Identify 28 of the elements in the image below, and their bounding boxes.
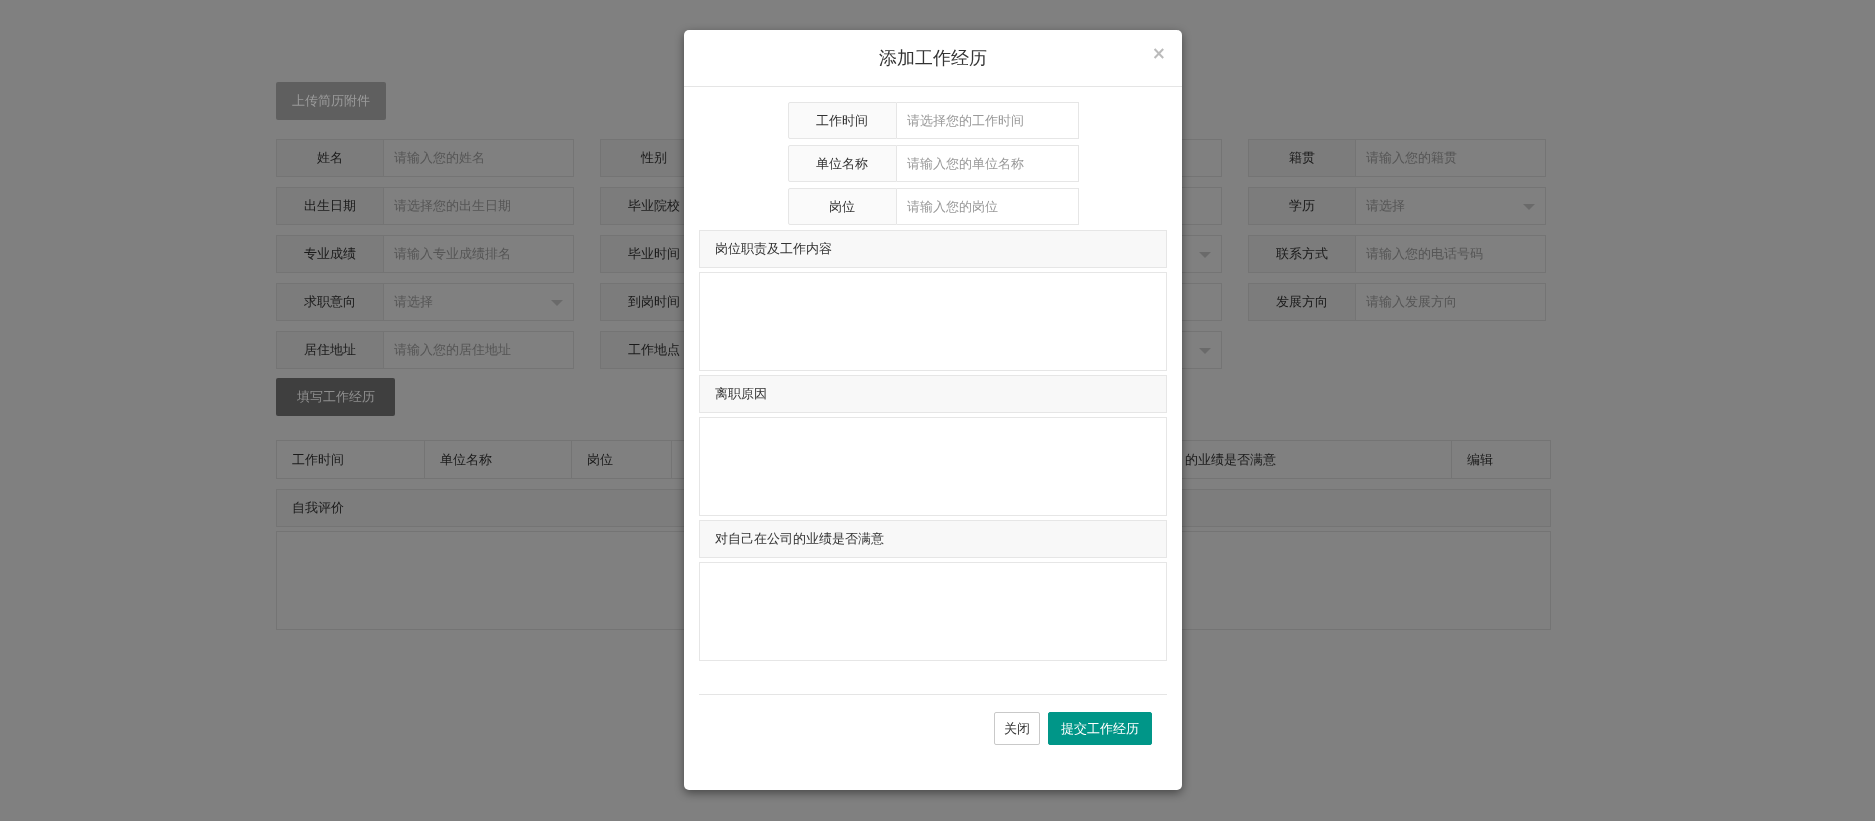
field-label: 姓名 <box>276 139 384 177</box>
section-title: 对自己在公司的业绩是否满意 <box>715 530 884 548</box>
input-field[interactable]: 请输入您的岗位 <box>896 188 1079 225</box>
section-title: 自我评价 <box>292 499 344 517</box>
column-header: 单位名称 <box>425 441 572 478</box>
column-header: 编辑 <box>1466 450 1494 469</box>
close-button[interactable]: × <box>1149 43 1168 63</box>
column-header: 岗位 <box>572 441 672 478</box>
field-label: 籍贯 <box>1248 139 1356 177</box>
field-label: 出生日期 <box>276 187 384 225</box>
field-label: 学历 <box>1248 187 1356 225</box>
close-button[interactable]: 关闭 <box>994 712 1040 745</box>
dialog-title: 添加工作经历 <box>879 46 987 70</box>
section-title: 岗位职责及工作内容 <box>715 240 832 258</box>
field-label: 居住地址 <box>276 331 384 369</box>
field-label: 岗位 <box>787 188 897 225</box>
field-label: 求职意向 <box>276 283 384 321</box>
field-label: 单位名称 <box>787 145 897 182</box>
field-label: 联系方式 <box>1248 235 1356 273</box>
field-label: 发展方向 <box>1248 283 1356 321</box>
section-title: 离职原因 <box>715 385 767 403</box>
input-field[interactable]: 请选择您的工作时间 <box>896 102 1079 139</box>
field-label: 工作时间 <box>787 102 897 139</box>
input-field[interactable]: 请输入您的单位名称 <box>896 145 1079 182</box>
field-label: 专业成绩 <box>276 235 384 273</box>
add-experience-button[interactable]: 填写工作经历 <box>276 378 395 416</box>
column-header: 工作时间 <box>277 441 425 478</box>
submit-button[interactable]: 提交工作经历 <box>1048 712 1152 745</box>
